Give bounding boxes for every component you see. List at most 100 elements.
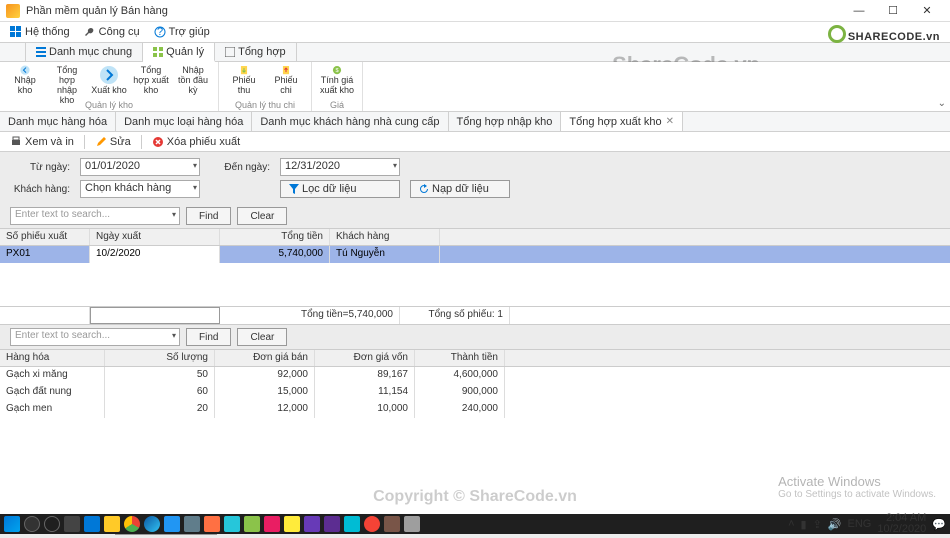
find-button-2[interactable]: Find	[186, 328, 231, 346]
doctab-nhapkho[interactable]: Tổng hợp nhập kho	[449, 112, 562, 131]
ribbon-tab-quanly[interactable]: Quản lý	[143, 43, 215, 62]
tray-clock[interactable]: 2:04 AM 10/2/2020	[877, 513, 926, 535]
ribbon-tab-danhmuc[interactable]: Danh mục chung	[26, 43, 143, 61]
col-hanghoa[interactable]: Hàng hóa	[0, 350, 105, 366]
tray-notifications-icon[interactable]: 💬	[932, 518, 946, 531]
grid2-row[interactable]: Gạch xi măng5092,00089,1674,600,000	[0, 367, 950, 384]
input-fromdate[interactable]: 01/01/2020▾	[80, 158, 200, 176]
pencil-icon	[95, 136, 107, 148]
col-sophieu[interactable]: Số phiếu xuất	[0, 229, 90, 245]
btn-tonghop-xuat[interactable]: Tổng hợp xuất kho	[132, 64, 170, 97]
label-fromdate: Từ ngày:	[10, 162, 70, 173]
grid2-row[interactable]: Gạch men2012,00010,000240,000	[0, 401, 950, 418]
ribbon-tab-tonghop[interactable]: Tổng hợp	[215, 43, 297, 61]
tray-battery-icon[interactable]: ▮	[801, 518, 807, 531]
btn-phieuchi[interactable]: Phiếu chi	[267, 64, 305, 97]
app-icon-9[interactable]	[344, 516, 360, 532]
grid2-row[interactable]: Gạch đất nung6015,00011,154900,000	[0, 384, 950, 401]
search-input-2[interactable]: Enter text to search...	[10, 328, 180, 346]
col-ngayxuat[interactable]: Ngày xuất	[90, 229, 220, 245]
search-input-1[interactable]: Enter text to search...	[10, 207, 180, 225]
col-tongtien[interactable]: Tổng tiền	[220, 229, 330, 245]
ribbon-collapse[interactable]: ⌄	[938, 98, 946, 109]
search-row-1: Enter text to search... Find Clear	[0, 204, 950, 228]
grid1-row[interactable]: PX01 10/2/2020 5,740,000 Tú Nguyễn	[0, 246, 950, 263]
input-todate[interactable]: 12/31/2020▾	[280, 158, 400, 176]
arrow-left-icon	[15, 65, 35, 75]
ribbon-tab-blank[interactable]	[0, 43, 26, 61]
manage-icon	[153, 47, 163, 57]
btn-nhapkho[interactable]: Nhập kho	[6, 64, 44, 97]
grid1-footer: Tổng tiền=5,740,000 Tổng số phiếu: 1	[0, 306, 950, 324]
label-customer: Khách hàng:	[10, 184, 70, 195]
doctab-khachhang[interactable]: Danh mục khách hàng nhà cung cấp	[252, 112, 448, 131]
explorer-icon[interactable]	[104, 516, 120, 532]
btn-tondau[interactable]: Nhập tồn đầu kỳ	[174, 64, 212, 97]
app-icon-5[interactable]	[244, 516, 260, 532]
btn-load[interactable]: Nạp dữ liệu	[410, 180, 510, 198]
taskview-icon[interactable]	[64, 516, 80, 532]
close-button[interactable]: ✕	[910, 0, 944, 22]
col-dongiavon[interactable]: Đơn giá vốn	[315, 350, 415, 366]
app-icon-1[interactable]	[164, 516, 180, 532]
btn-tinhgia[interactable]: $ Tính giá xuất kho	[318, 64, 356, 97]
app-icon-4[interactable]	[224, 516, 240, 532]
col-thanhtien[interactable]: Thành tiền	[415, 350, 505, 366]
tray-volume-icon[interactable]: 🔊	[828, 518, 842, 531]
app-icon-7[interactable]	[284, 516, 300, 532]
close-tab-icon[interactable]: ✕	[666, 116, 674, 127]
minimize-button[interactable]: —	[842, 0, 876, 22]
ribbon-tabs: Danh mục chung Quản lý Tổng hợp	[0, 42, 950, 62]
action-edit[interactable]: Sửa	[91, 135, 135, 149]
doctab-hanghoa[interactable]: Danh mục hàng hóa	[0, 112, 116, 131]
app-icon	[6, 4, 20, 18]
receipt-in-icon	[234, 65, 254, 75]
vs-icon[interactable]	[324, 516, 340, 532]
app-icon-11[interactable]	[384, 516, 400, 532]
ribbon-group-gia: $ Tính giá xuất kho Giá	[312, 62, 363, 111]
tray-wifi-icon[interactable]: ⇪	[813, 518, 822, 531]
app-icon-6[interactable]	[264, 516, 280, 532]
menu-system[interactable]: Hệ thống	[4, 24, 76, 40]
find-button-1[interactable]: Find	[186, 207, 231, 225]
app-icon-3[interactable]	[204, 516, 220, 532]
col-soluong[interactable]: Số lượng	[105, 350, 215, 366]
btn-tonghop-nhap[interactable]: Tổng hợp nhập kho	[48, 64, 86, 97]
store-icon[interactable]	[84, 516, 100, 532]
summary-icon	[225, 47, 235, 57]
col-dongiaban[interactable]: Đơn giá bán	[215, 350, 315, 366]
tray-lang[interactable]: ENG	[848, 518, 872, 530]
start-button[interactable]	[4, 516, 20, 532]
tray-chevron-icon[interactable]: ˄	[788, 518, 794, 530]
clear-button-2[interactable]: Clear	[237, 328, 287, 346]
action-delete[interactable]: Xóa phiếu xuất	[148, 135, 244, 149]
menu-tools[interactable]: Công cụ	[78, 24, 146, 40]
doctab-xuatkho[interactable]: Tổng hợp xuất kho✕	[561, 112, 683, 131]
print-icon	[10, 136, 22, 148]
dollar-icon: $	[327, 65, 347, 75]
doctab-loaihang[interactable]: Danh mục loại hàng hóa	[116, 112, 252, 131]
app-icon-12[interactable]	[404, 516, 420, 532]
cortana-icon[interactable]	[44, 516, 60, 532]
search-icon[interactable]	[24, 516, 40, 532]
filter-icon	[289, 184, 299, 194]
arrow-right-icon	[99, 65, 119, 85]
col-khachhang[interactable]: Khách hàng	[330, 229, 440, 245]
app-icon-10[interactable]	[364, 516, 380, 532]
chrome-icon[interactable]	[124, 516, 140, 532]
app-icon-2[interactable]	[184, 516, 200, 532]
menu-help[interactable]: ? Trợ giúp	[148, 24, 216, 40]
input-customer[interactable]: Chọn khách hàng▾	[80, 180, 200, 198]
titlebar: Phần mềm quản lý Bán hàng — ☐ ✕	[0, 0, 950, 22]
action-view-print[interactable]: Xem và in	[6, 135, 78, 149]
maximize-button[interactable]: ☐	[876, 0, 910, 22]
btn-filter[interactable]: Lọc dữ liệu	[280, 180, 400, 198]
edge-icon[interactable]	[144, 516, 160, 532]
btn-xuatkho[interactable]: Xuất kho	[90, 64, 128, 97]
btn-phieuthu[interactable]: Phiếu thu	[225, 64, 263, 97]
ribbon: Nhập kho Tổng hợp nhập kho Xuất kho Tổng…	[0, 62, 950, 112]
app-icon-8[interactable]	[304, 516, 320, 532]
help-icon: ?	[154, 26, 166, 38]
clear-button-1[interactable]: Clear	[237, 207, 287, 225]
ribbon-group-thuchi: Phiếu thu Phiếu chi Quản lý thu chi	[219, 62, 312, 111]
